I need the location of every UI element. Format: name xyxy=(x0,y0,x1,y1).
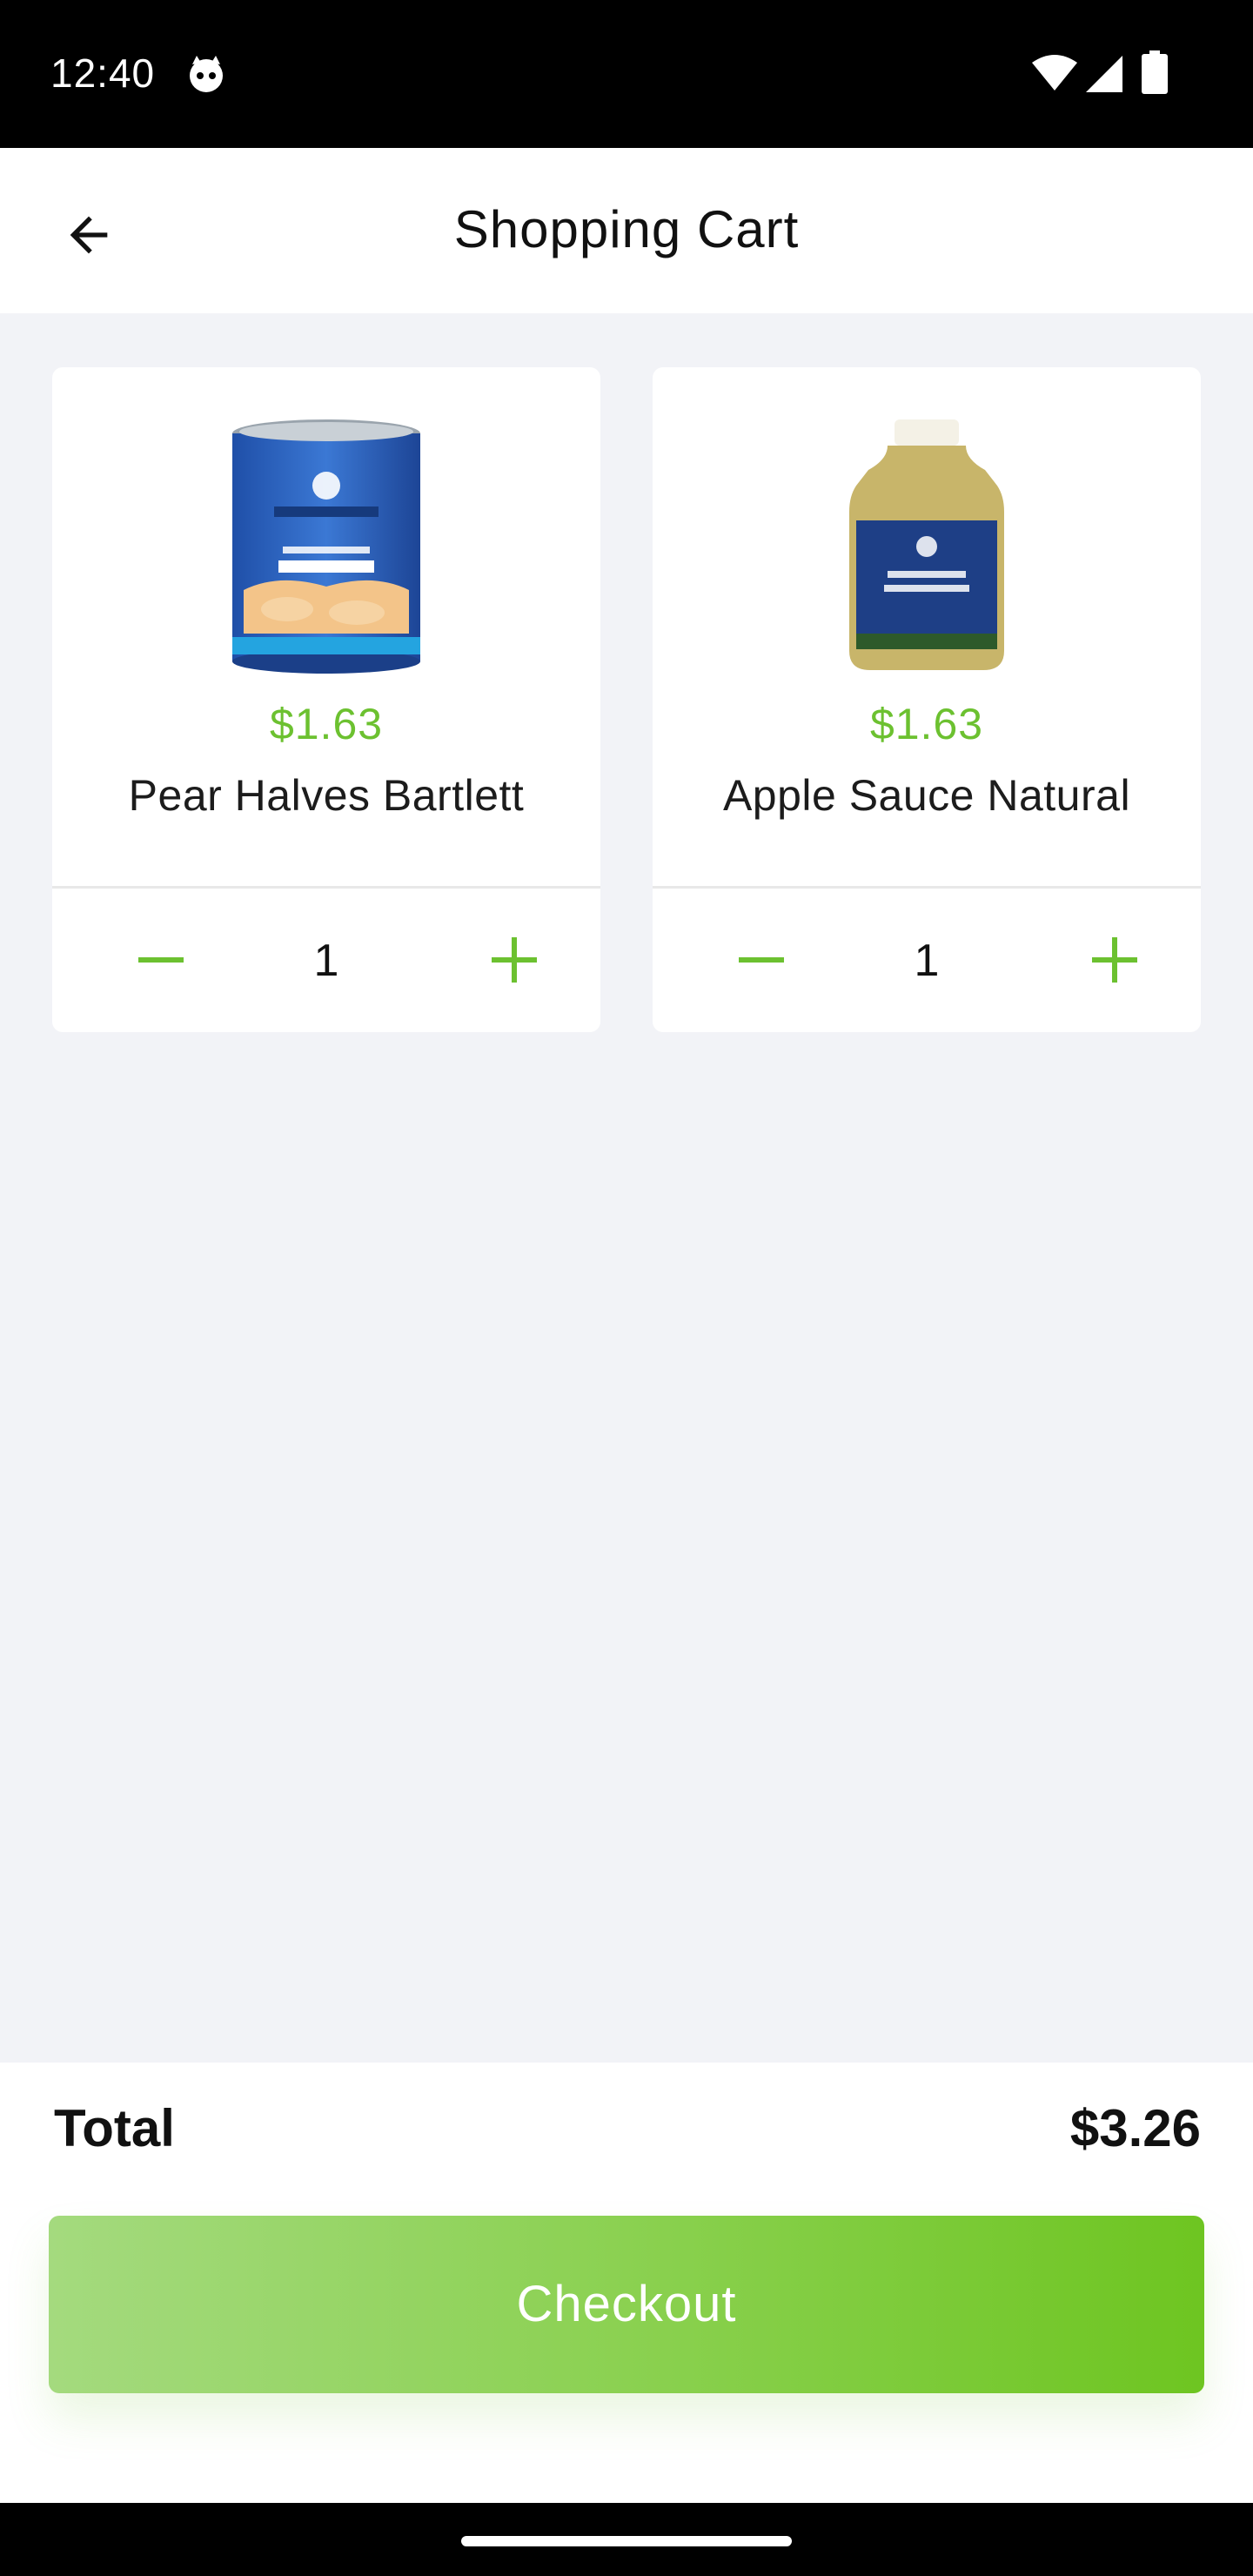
increase-quantity-button[interactable] xyxy=(475,921,553,999)
home-indicator[interactable] xyxy=(461,2536,792,2546)
plus-icon xyxy=(492,937,537,983)
battery-icon xyxy=(1142,50,1168,94)
item-price: $1.63 xyxy=(869,700,984,748)
item-name: Apple Sauce Natural xyxy=(722,771,1131,820)
item-name: Pear Halves Bartlett xyxy=(128,771,525,820)
total-value: $3.26 xyxy=(1069,2099,1201,2157)
cart-item-card: $1.63 Pear Halves Bartlett 1 xyxy=(52,367,600,1032)
card-divider xyxy=(52,886,600,889)
page-title: Shopping Cart xyxy=(453,200,800,258)
status-time: 12:40 xyxy=(50,50,156,96)
checkout-button[interactable]: Checkout xyxy=(49,2216,1204,2393)
signal-icon xyxy=(1086,56,1122,92)
notification-face-icon xyxy=(190,56,223,92)
checkout-panel: Total $3.26 Checkout xyxy=(0,2063,1253,2503)
system-navigation-bar xyxy=(0,2503,1253,2576)
apple-sauce-jar-image xyxy=(849,419,1004,670)
app-bar: Shopping Cart xyxy=(0,148,1253,313)
increase-quantity-button[interactable] xyxy=(1075,921,1154,999)
plus-icon xyxy=(1092,937,1137,983)
pear-halves-can-image xyxy=(232,419,420,674)
total-label: Total xyxy=(54,2099,175,2157)
cart-item-card: $1.63 Apple Sauce Natural 1 xyxy=(653,367,1201,1032)
wifi-icon xyxy=(1032,55,1077,91)
status-bar: 12:40 xyxy=(0,0,1253,148)
card-divider xyxy=(653,886,1201,889)
item-price: $1.63 xyxy=(269,700,384,748)
